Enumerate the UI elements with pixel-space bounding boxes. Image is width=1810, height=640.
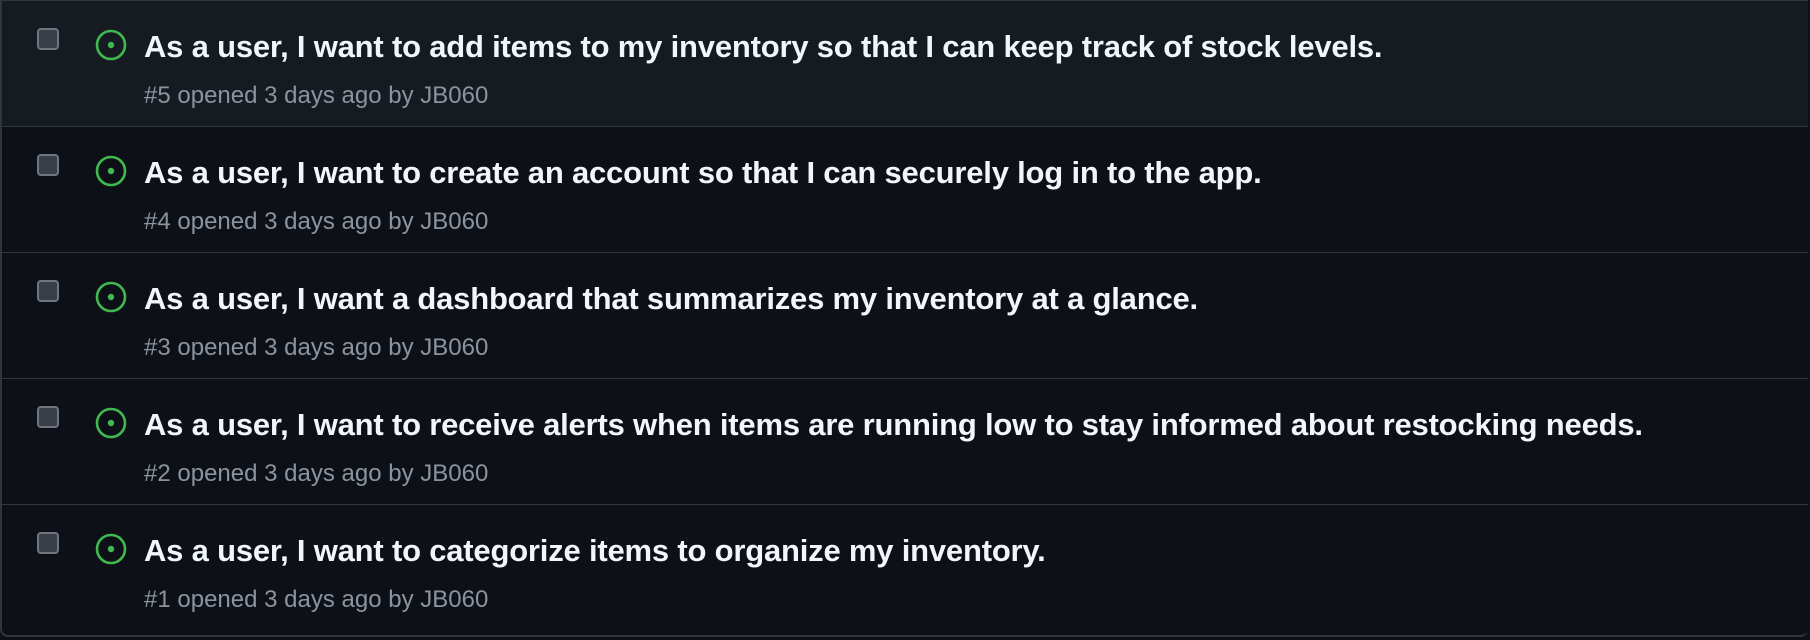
issue-opened-icon [95, 407, 127, 439]
issue-author-link[interactable]: JB060 [420, 82, 488, 109]
issue-row[interactable]: As a user, I want to categorize items to… [2, 505, 1808, 631]
issue-number: #3 [144, 334, 171, 361]
issue-opened-text: opened 3 days ago by [177, 460, 414, 487]
issue-meta: #5 opened 3 days ago by JB060 [144, 82, 488, 110]
issue-opened-text: opened 3 days ago by [177, 208, 414, 235]
issue-row[interactable]: As a user, I want to receive alerts when… [2, 379, 1808, 505]
issue-number: #1 [144, 586, 171, 613]
issue-number: #5 [144, 82, 171, 109]
issue-meta: #1 opened 3 days ago by JB060 [144, 586, 488, 614]
issue-opened-text: opened 3 days ago by [177, 586, 414, 613]
issue-opened-icon [95, 281, 127, 313]
issue-number: #2 [144, 460, 171, 487]
issue-number: #4 [144, 208, 171, 235]
issue-opened-text: opened 3 days ago by [177, 334, 414, 361]
issue-opened-icon [95, 29, 127, 61]
select-issue-checkbox[interactable] [37, 28, 59, 50]
issue-author-link[interactable]: JB060 [420, 208, 488, 235]
issue-title-link[interactable]: As a user, I want to add items to my inv… [144, 29, 1383, 65]
select-issue-checkbox[interactable] [37, 406, 59, 428]
issue-row[interactable]: As a user, I want to create an account s… [2, 127, 1808, 253]
issue-meta: #2 opened 3 days ago by JB060 [144, 460, 488, 488]
issue-title-link[interactable]: As a user, I want to categorize items to… [144, 533, 1046, 569]
issue-list: As a user, I want to add items to my inv… [0, 0, 1808, 637]
issue-row[interactable]: As a user, I want a dashboard that summa… [2, 253, 1808, 379]
issue-title-link[interactable]: As a user, I want to create an account s… [144, 155, 1262, 191]
select-issue-checkbox[interactable] [37, 154, 59, 176]
issue-title-link[interactable]: As a user, I want to receive alerts when… [144, 407, 1643, 443]
issue-row[interactable]: As a user, I want to add items to my inv… [2, 1, 1808, 127]
issue-author-link[interactable]: JB060 [420, 334, 488, 361]
issue-author-link[interactable]: JB060 [420, 460, 488, 487]
issue-opened-text: opened 3 days ago by [177, 82, 414, 109]
issue-meta: #4 opened 3 days ago by JB060 [144, 208, 488, 236]
select-issue-checkbox[interactable] [37, 280, 59, 302]
issue-opened-icon [95, 533, 127, 565]
issue-meta: #3 opened 3 days ago by JB060 [144, 334, 488, 362]
issue-opened-icon [95, 155, 127, 187]
issue-title-link[interactable]: As a user, I want a dashboard that summa… [144, 281, 1198, 317]
select-issue-checkbox[interactable] [37, 532, 59, 554]
issue-author-link[interactable]: JB060 [420, 586, 488, 613]
